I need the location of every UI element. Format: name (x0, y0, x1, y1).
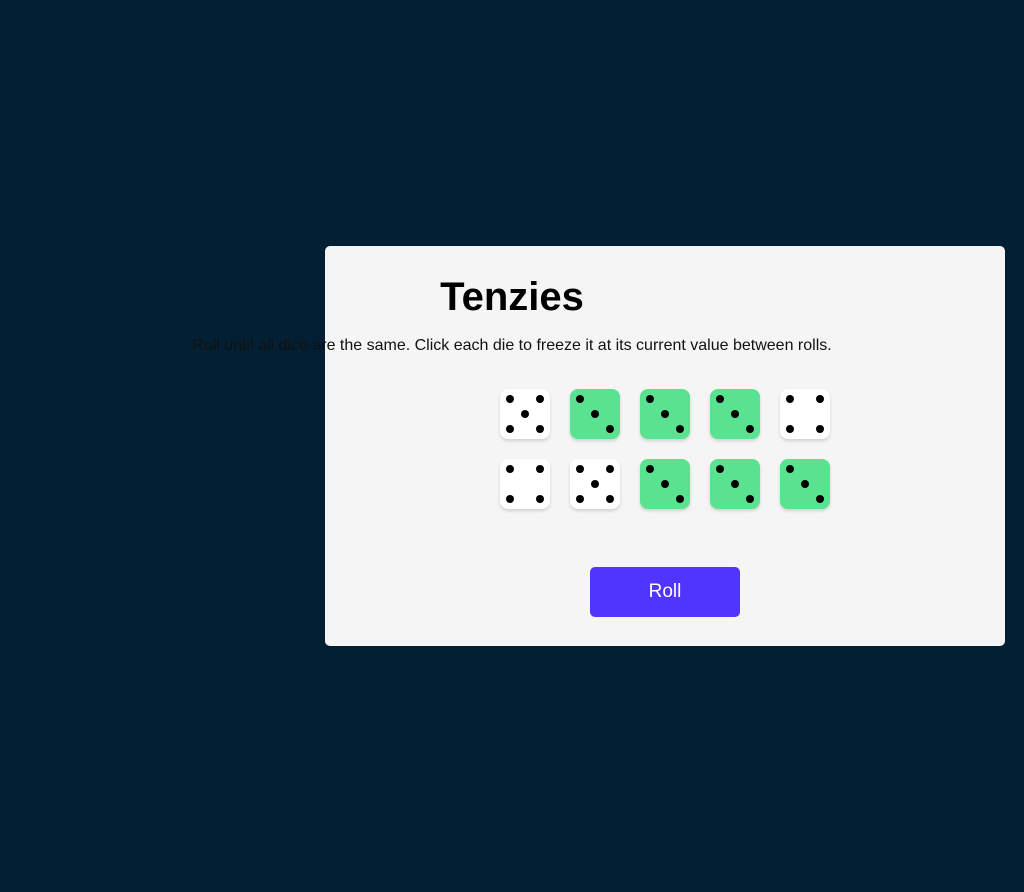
die[interactable] (570, 459, 620, 509)
die-pip (591, 410, 599, 418)
die-pip (576, 395, 584, 403)
die-pip (591, 480, 599, 488)
die-pip (606, 495, 614, 503)
die-pip (506, 425, 514, 433)
game-title: Tenzies (440, 275, 584, 319)
die-held[interactable] (780, 459, 830, 509)
die-pip (731, 410, 739, 418)
roll-button[interactable]: Roll (590, 567, 740, 617)
die-pip (816, 495, 824, 503)
die-pip (661, 480, 669, 488)
die-pip (716, 465, 724, 473)
die-pip (816, 395, 824, 403)
die-held[interactable] (710, 389, 760, 439)
die-pip (786, 465, 794, 473)
die-pip (786, 425, 794, 433)
die-pip (521, 410, 529, 418)
die-held[interactable] (570, 389, 620, 439)
die-pip (646, 395, 654, 403)
die-pip (746, 495, 754, 503)
die-pip (536, 495, 544, 503)
die-pip (536, 395, 544, 403)
die-pip (606, 465, 614, 473)
die-pip (816, 425, 824, 433)
die[interactable] (500, 389, 550, 439)
die-pip (646, 465, 654, 473)
die-pip (676, 495, 684, 503)
die-pip (506, 495, 514, 503)
die-pip (786, 395, 794, 403)
die-pip (576, 465, 584, 473)
app-background: Tenzies Roll until all dice are the same… (0, 0, 1024, 892)
die-pip (746, 425, 754, 433)
die-pip (676, 425, 684, 433)
die-pip (801, 480, 809, 488)
die-pip (731, 480, 739, 488)
die-pip (606, 425, 614, 433)
die-pip (536, 425, 544, 433)
die[interactable] (780, 389, 830, 439)
die-pip (536, 465, 544, 473)
die-pip (716, 395, 724, 403)
die-pip (661, 410, 669, 418)
game-instructions: Roll until all dice are the same. Click … (192, 337, 832, 354)
die[interactable] (500, 459, 550, 509)
dice-grid (500, 389, 830, 509)
die-held[interactable] (640, 389, 690, 439)
die-pip (576, 495, 584, 503)
die-held[interactable] (640, 459, 690, 509)
die-held[interactable] (710, 459, 760, 509)
die-pip (506, 395, 514, 403)
die-pip (506, 465, 514, 473)
